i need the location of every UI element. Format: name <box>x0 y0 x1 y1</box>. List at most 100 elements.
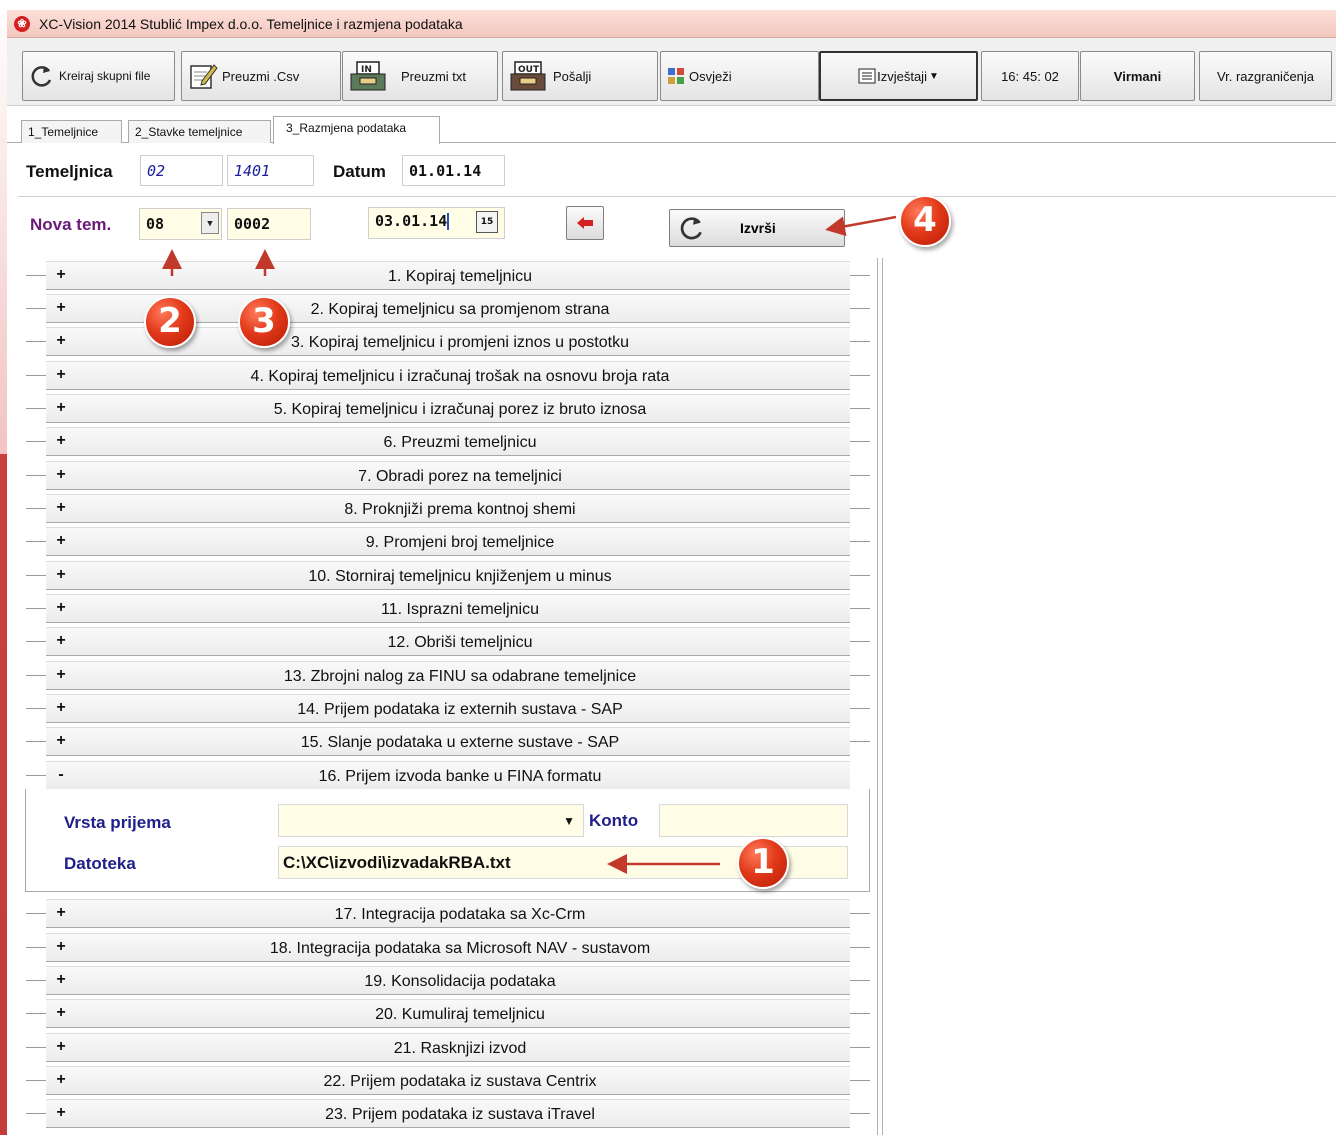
action-header[interactable]: +7. Obradi porez na temeljnici <box>46 461 850 490</box>
tab-temeljnice[interactable]: 1_Temeljnice <box>21 120 122 143</box>
annotation-badge-3: 3 <box>238 296 290 348</box>
action-label: 11. Isprazni temeljnicu <box>381 601 539 618</box>
action-header[interactable]: +11. Isprazni temeljnicu <box>46 594 850 623</box>
expand-icon[interactable]: + <box>54 904 68 922</box>
expand-icon[interactable]: + <box>54 1038 68 1056</box>
tree-connector <box>850 1080 870 1081</box>
nova-code-select[interactable]: 08 ▼ <box>139 208 222 240</box>
expand-icon[interactable]: + <box>54 666 68 684</box>
title-bar: ❀ XC-Vision 2014 Stublić Impex d.o.o. Te… <box>7 10 1336 38</box>
action-header[interactable]: +23. Prijem podataka iz sustava iTravel <box>46 1099 850 1128</box>
action-row: +19. Konsolidacija podataka <box>24 965 870 995</box>
back-arrow-button[interactable] <box>566 206 604 240</box>
action-header[interactable]: +18. Integracija podataka sa Microsoft N… <box>46 933 850 962</box>
tab-stavke-temeljnice[interactable]: 2_Stavke temeljnice <box>128 120 271 143</box>
action-header[interactable]: +8. Proknjiži prema kontnoj shemi <box>46 494 850 523</box>
tree-connector <box>850 441 870 442</box>
action-header[interactable]: +14. Prijem podataka iz externih sustava… <box>46 694 850 723</box>
expand-icon[interactable]: + <box>54 466 68 484</box>
expand-icon[interactable]: + <box>54 938 68 956</box>
expand-icon[interactable]: + <box>54 1104 68 1122</box>
konto-field[interactable] <box>659 804 848 837</box>
splitter[interactable] <box>877 258 883 1135</box>
izvrsi-button[interactable]: Izvrši <box>669 209 845 247</box>
expand-icon[interactable]: + <box>54 1071 68 1089</box>
expand-icon[interactable]: + <box>54 532 68 550</box>
vrsta-prijema-select[interactable]: ▼ <box>278 804 584 837</box>
expand-icon[interactable]: + <box>54 366 68 384</box>
dropdown-arrow-icon[interactable]: ▼ <box>563 814 575 828</box>
refresh-grid-icon <box>667 67 685 85</box>
action-row: +14. Prijem podataka iz externih sustava… <box>24 693 870 723</box>
action-row: +1. Kopiraj temeljnicu <box>24 260 870 290</box>
report-icon <box>858 67 876 85</box>
action-header[interactable]: +19. Konsolidacija podataka <box>46 966 850 995</box>
preuzmi-txt-label: Preuzmi txt <box>401 68 467 84</box>
osvjezi-button[interactable]: Osvježi <box>660 51 819 101</box>
expand-icon[interactable]: + <box>54 1004 68 1022</box>
preuzmi-csv-label: Preuzmi .Csv <box>222 68 300 84</box>
action-label: 1. Kopiraj temeljnicu <box>387 268 533 285</box>
expand-icon[interactable]: + <box>54 332 68 350</box>
expand-icon[interactable]: + <box>54 632 68 650</box>
expand-icon[interactable]: + <box>54 499 68 517</box>
action-label: 9. Promjeni broj temeljnice <box>365 534 555 551</box>
izvrsi-label: Izvrši <box>740 220 776 236</box>
expand-icon[interactable]: + <box>54 599 68 617</box>
nova-number-field[interactable]: 0002 <box>227 208 311 240</box>
temeljnica-number-field[interactable]: 1401 <box>227 155 314 186</box>
expand-icon[interactable]: + <box>54 266 68 284</box>
vr-razgranicenja-button[interactable]: Vr. razgraničenja <box>1199 51 1332 101</box>
action-header[interactable]: +17. Integracija podataka sa Xc-Crm <box>46 899 850 928</box>
expand-icon[interactable]: + <box>54 566 68 584</box>
tree-connector <box>26 441 46 442</box>
nova-date-field[interactable]: 03.01.14 15 <box>368 207 505 239</box>
action-header[interactable]: +4. Kopiraj temeljnicu i izračunaj troša… <box>46 361 850 390</box>
notepad-pencil-icon <box>188 61 218 91</box>
action-row: +5. Kopiraj temeljnicu i izračunaj porez… <box>24 393 870 423</box>
dropdown-arrow-icon[interactable]: ▼ <box>201 212 219 234</box>
outbox-out-icon: OUT <box>509 60 547 92</box>
action-header[interactable]: +21. Rasknjizi izvod <box>46 1033 850 1062</box>
tab-strip: 1_Temeljnice 2_Stavke temeljnice 3_Razmj… <box>7 116 1336 144</box>
action-header[interactable]: +12. Obriši temeljnicu <box>46 627 850 656</box>
action-header[interactable]: +22. Prijem podataka iz sustava Centrix <box>46 1066 850 1095</box>
expand-icon[interactable]: + <box>54 971 68 989</box>
temeljnica-label: Temeljnica <box>26 162 113 181</box>
action-header[interactable]: +20. Kumuliraj temeljnicu <box>46 999 850 1028</box>
kreiraj-skupni-file-button[interactable]: Kreiraj skupni file <box>22 51 175 101</box>
action-header[interactable]: +9. Promjeni broj temeljnice <box>46 527 850 556</box>
temeljnica-code-field[interactable]: 02 <box>140 155 223 186</box>
expand-icon[interactable]: + <box>54 732 68 750</box>
datum-field[interactable]: 01.01.14 <box>402 155 505 186</box>
collapse-icon[interactable]: - <box>54 766 68 784</box>
expand-icon[interactable]: + <box>54 299 68 317</box>
tree-connector <box>26 1013 46 1014</box>
tree-connector <box>850 608 870 609</box>
expand-icon[interactable]: + <box>54 432 68 450</box>
action-header[interactable]: +5. Kopiraj temeljnicu i izračunaj porez… <box>46 394 850 423</box>
preuzmi-csv-button[interactable]: Preuzmi .Csv <box>181 51 341 101</box>
izvjestaji-dropdown-button[interactable]: Izvještaji ▼ <box>819 51 978 101</box>
virmani-button[interactable]: Virmani <box>1080 51 1195 101</box>
calendar-icon[interactable]: 15 <box>476 211 498 233</box>
tree-connector <box>850 741 870 742</box>
tab-razmjena-podataka[interactable]: 3_Razmjena podataka <box>273 116 440 144</box>
action-header[interactable]: - 16. Prijem izvoda banke u FINA formatu <box>46 761 850 790</box>
tree-connector <box>26 775 46 776</box>
expand-icon[interactable]: + <box>54 399 68 417</box>
tree-connector <box>850 980 870 981</box>
action-label: 20. Kumuliraj temeljnicu <box>375 1006 545 1023</box>
action-header[interactable]: +1. Kopiraj temeljnicu <box>46 261 850 290</box>
action-header[interactable]: +6. Preuzmi temeljnicu <box>46 427 850 456</box>
expand-icon[interactable]: + <box>54 699 68 717</box>
preuzmi-txt-button[interactable]: IN Preuzmi txt <box>342 51 498 101</box>
action-header[interactable]: +13. Zbrojni nalog za FINU sa odabrane t… <box>46 661 850 690</box>
posalji-button[interactable]: OUT Pošalji <box>502 51 658 101</box>
action-label: 22. Prijem podataka iz sustava Centrix <box>323 1073 597 1090</box>
action-header[interactable]: +10. Storniraj temeljnicu knjiženjem u m… <box>46 561 850 590</box>
action-label: 14. Prijem podataka iz externih sustava … <box>297 701 623 718</box>
tree-connector <box>26 541 46 542</box>
action-header[interactable]: +15. Slanje podataka u externe sustave -… <box>46 727 850 756</box>
action-row: +13. Zbrojni nalog za FINU sa odabrane t… <box>24 660 870 690</box>
